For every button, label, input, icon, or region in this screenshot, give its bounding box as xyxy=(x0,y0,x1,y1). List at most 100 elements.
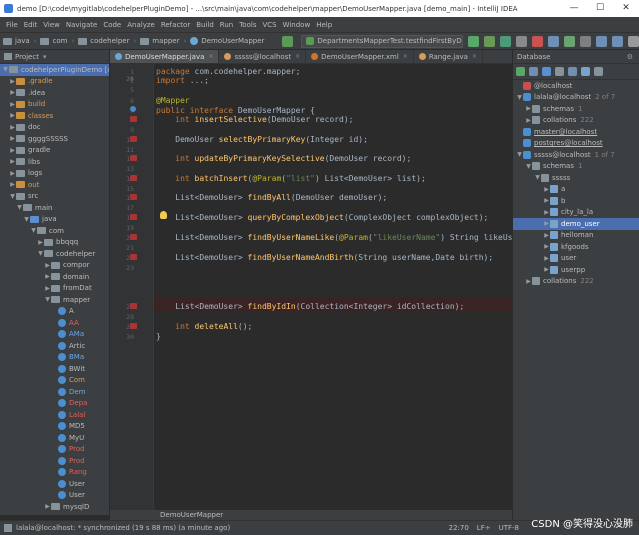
run-icon[interactable] xyxy=(468,35,479,47)
mybatis-mapper-icon[interactable] xyxy=(130,254,137,260)
refresh-icon[interactable] xyxy=(542,67,551,76)
history-icon[interactable] xyxy=(580,35,591,47)
project-tree-item[interactable]: ▼ codehelper xyxy=(0,248,109,260)
project-root[interactable]: ▼ codehelperPluginDemo [code xyxy=(0,64,109,76)
search-everywhere-icon[interactable] xyxy=(628,35,639,47)
expand-arrow-icon[interactable]: ▶ xyxy=(9,181,16,188)
breadcrumb-mapper[interactable]: mapper › xyxy=(140,37,186,45)
project-tree-item[interactable]: Rang xyxy=(0,467,109,479)
close-tab-icon[interactable]: × xyxy=(208,53,213,60)
implemented-icon[interactable] xyxy=(130,106,136,112)
stop-icon[interactable] xyxy=(532,35,543,47)
project-tree-item[interactable]: AMa xyxy=(0,329,109,341)
project-tree-item[interactable]: ▶ bbqqq xyxy=(0,237,109,249)
expand-arrow-icon[interactable]: ▶ xyxy=(543,266,550,273)
expand-arrow-icon[interactable]: ▼ xyxy=(44,296,51,303)
expand-arrow-icon[interactable]: ▶ xyxy=(9,135,16,142)
expand-arrow-icon[interactable]: ▼ xyxy=(516,151,523,158)
expand-arrow-icon[interactable]: ▶ xyxy=(543,209,550,216)
panel-settings-icon[interactable]: ⚙ xyxy=(627,53,633,61)
expand-arrow-icon[interactable]: ▶ xyxy=(9,124,16,131)
code-line[interactable]: int deleteAll(); xyxy=(156,322,252,333)
project-tree-item[interactable]: A xyxy=(0,306,109,318)
project-tree-item[interactable]: ▶ .gradle xyxy=(0,76,109,88)
database-tree-item[interactable]: ▶ city_la_la xyxy=(513,207,639,219)
project-tree-item[interactable]: ▶ out xyxy=(0,179,109,191)
menu-refactor[interactable]: Refactor xyxy=(158,21,193,29)
project-tree-item[interactable]: User xyxy=(0,490,109,502)
expand-arrow-icon[interactable]: ▶ xyxy=(9,101,16,108)
menu-file[interactable]: File xyxy=(3,21,21,29)
expand-arrow-icon[interactable]: ▶ xyxy=(525,278,532,285)
filter-icon[interactable] xyxy=(594,67,603,76)
project-tree-item[interactable]: Depa xyxy=(0,398,109,410)
project-tree-item[interactable]: ▶ logs xyxy=(0,168,109,180)
mybatis-mapper-icon[interactable] xyxy=(130,194,137,200)
menu-window[interactable]: Window xyxy=(280,21,314,29)
expand-arrow-icon[interactable]: ▶ xyxy=(9,89,16,96)
expand-arrow-icon[interactable]: ▶ xyxy=(543,243,550,250)
mybatis-mapper-icon[interactable] xyxy=(130,136,137,142)
project-tree-item[interactable]: ▶ classes xyxy=(0,110,109,122)
breadcrumb-com[interactable]: com › xyxy=(40,37,74,45)
vcs-update-icon[interactable] xyxy=(548,35,559,47)
database-tree-item[interactable]: ▼ sssss@localhost 1 of 7 xyxy=(513,149,639,161)
expand-arrow-icon[interactable]: ▼ xyxy=(525,163,532,170)
expand-arrow-icon[interactable]: ▶ xyxy=(543,197,550,204)
database-tree-item[interactable]: ▶ userpp xyxy=(513,264,639,276)
close-button[interactable]: ✕ xyxy=(613,0,639,17)
add-datasource-icon[interactable] xyxy=(516,67,525,76)
expand-arrow-icon[interactable]: ▶ xyxy=(543,220,550,227)
project-tree-item[interactable]: Dem xyxy=(0,386,109,398)
code-editor[interactable]: 1256789101112131415161718192021222324252… xyxy=(110,64,512,510)
expand-arrow-icon[interactable]: ▼ xyxy=(23,216,30,223)
code-line[interactable]: } xyxy=(156,332,161,343)
breadcrumb-codehelper[interactable]: codehelper › xyxy=(78,37,136,45)
menu-vcs[interactable]: VCS xyxy=(259,21,279,29)
table-editor-icon[interactable] xyxy=(568,67,577,76)
project-tree-item[interactable]: ▼ java xyxy=(0,214,109,226)
menu-build[interactable]: Build xyxy=(193,21,217,29)
project-tree-item[interactable]: MyU xyxy=(0,432,109,444)
expand-arrow-icon[interactable]: ▶ xyxy=(543,255,550,262)
editor-tab[interactable]: DemoUserMapper.xml × xyxy=(306,50,414,63)
menu-tools[interactable]: Tools xyxy=(236,21,259,29)
expand-arrow-icon[interactable]: ▶ xyxy=(9,112,16,119)
console-icon[interactable] xyxy=(581,67,590,76)
file-encoding[interactable]: UTF-8 xyxy=(499,524,519,532)
project-panel-header[interactable]: Project ▾ xyxy=(0,50,109,64)
editor-tab[interactable]: Range.java × xyxy=(414,50,483,63)
project-tree-item[interactable]: Com xyxy=(0,375,109,387)
menu-view[interactable]: View xyxy=(40,21,63,29)
stop-icon[interactable] xyxy=(555,67,564,76)
line-separator[interactable]: LF÷ xyxy=(477,524,491,532)
project-tree-item[interactable]: AA xyxy=(0,317,109,329)
code-line[interactable]: DemoUser selectByPrimaryKey(Integer id); xyxy=(156,135,368,146)
menu-analyze[interactable]: Analyze xyxy=(124,21,158,29)
project-tree-item[interactable]: ▶ doc xyxy=(0,122,109,134)
database-tree-item[interactable]: master@localhost xyxy=(513,126,639,138)
editor-breadcrumb[interactable]: DemoUserMapper xyxy=(110,510,512,520)
code-line[interactable]: List<DemoUser> findByUserNameAndBirth(St… xyxy=(156,253,493,264)
menu-help[interactable]: Help xyxy=(313,21,335,29)
project-tree-item[interactable]: MD5 xyxy=(0,421,109,433)
expand-arrow-icon[interactable]: ▶ xyxy=(525,105,532,112)
database-tree-item[interactable]: ▶ helloman xyxy=(513,230,639,242)
expand-arrow-icon[interactable]: ▼ xyxy=(534,174,541,181)
caret-position[interactable]: 22:70 xyxy=(449,524,469,532)
project-tree-item[interactable]: ▼ com xyxy=(0,225,109,237)
expand-arrow-icon[interactable]: ▶ xyxy=(543,232,550,239)
database-tree-item[interactable]: ▶ b xyxy=(513,195,639,207)
expand-arrow-icon[interactable]: ▼ xyxy=(16,204,23,211)
close-tab-icon[interactable]: × xyxy=(472,53,477,60)
expand-arrow-icon[interactable]: ▶ xyxy=(9,147,16,154)
menu-navigate[interactable]: Navigate xyxy=(63,21,100,29)
project-tree-item[interactable]: ▼ mapper xyxy=(0,294,109,306)
debug-icon[interactable] xyxy=(484,35,495,47)
database-tree-item[interactable]: ▶ a xyxy=(513,184,639,196)
project-tree-item[interactable]: ▶ gradle xyxy=(0,145,109,157)
code-line[interactable]: int batchInsert(@Param("list") List<Demo… xyxy=(156,174,426,185)
settings-icon[interactable] xyxy=(596,35,607,47)
maximize-button[interactable]: ☐ xyxy=(587,0,613,17)
menu-edit[interactable]: Edit xyxy=(21,21,41,29)
